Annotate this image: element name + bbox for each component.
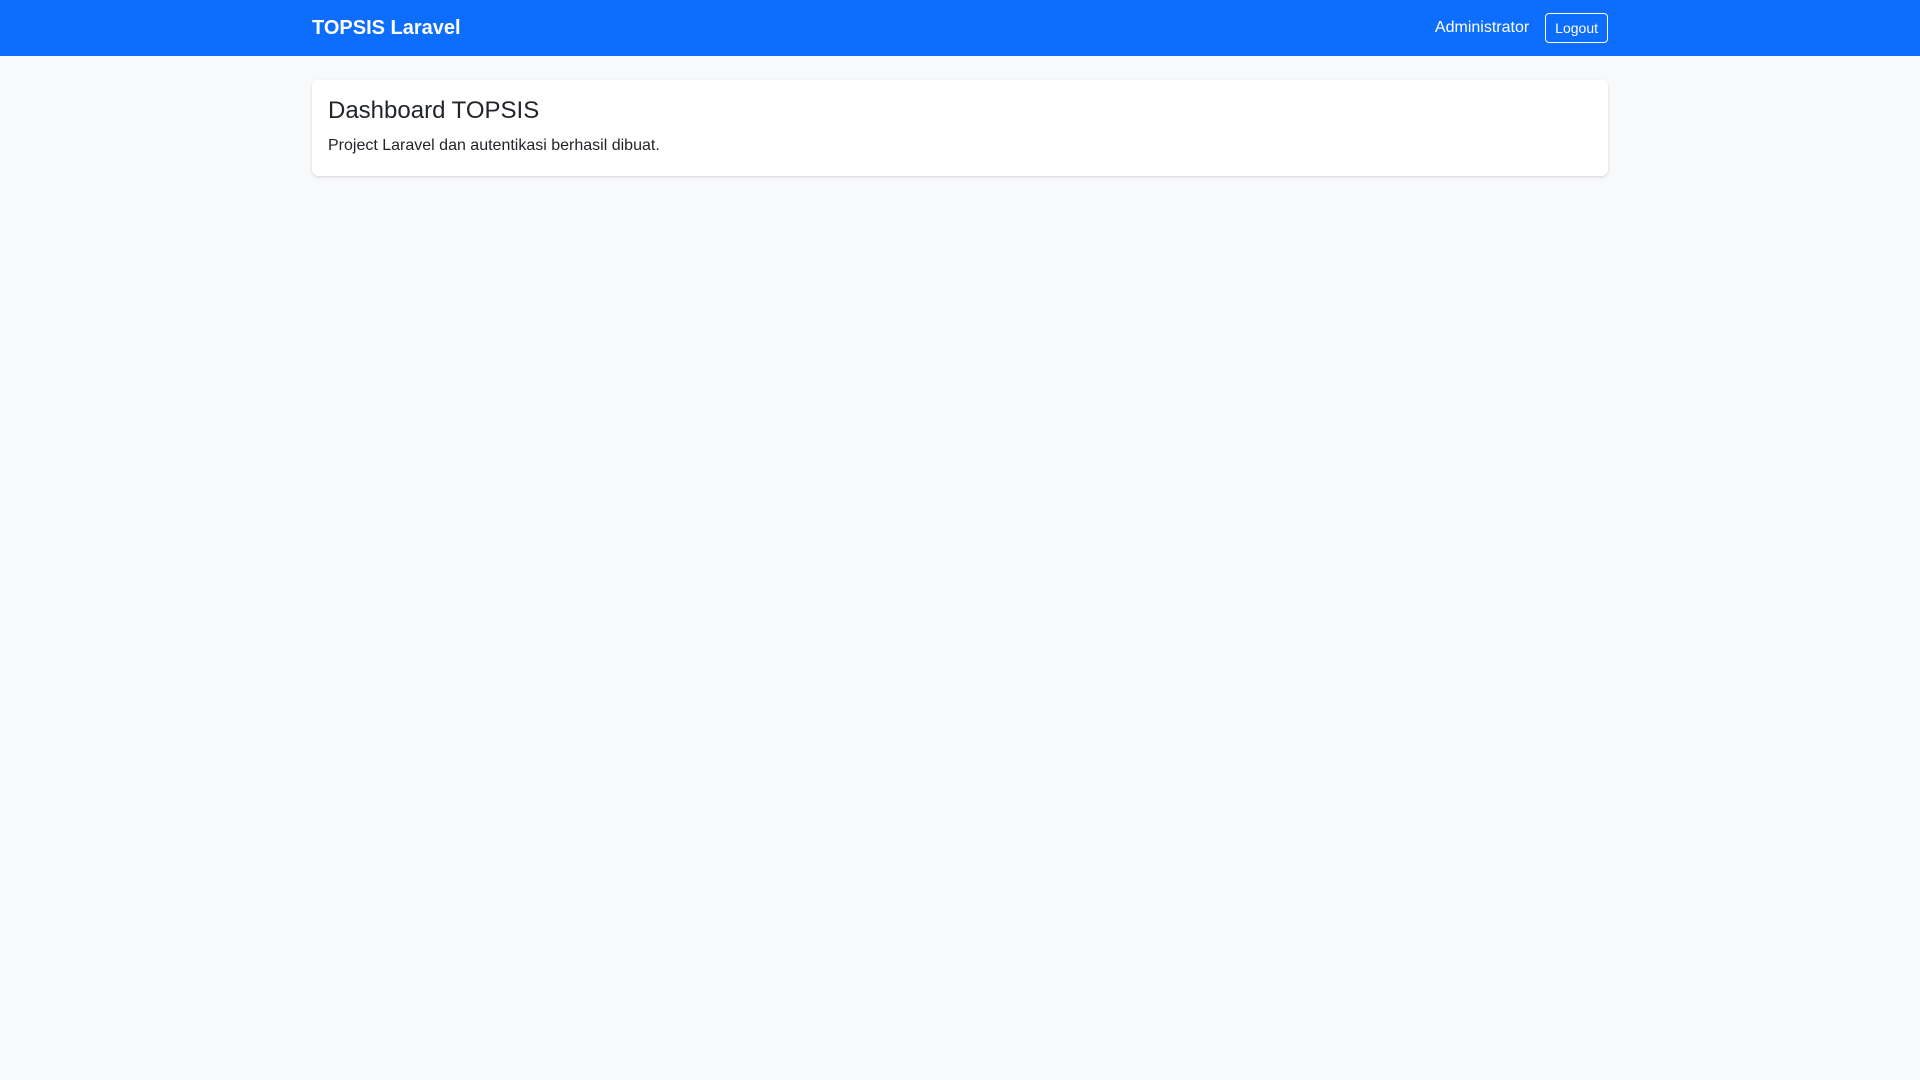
main-content: Dashboard TOPSIS Project Laravel dan aut… [312, 80, 1608, 176]
dashboard-card: Dashboard TOPSIS Project Laravel dan aut… [312, 80, 1608, 176]
logout-button[interactable]: Logout [1545, 13, 1608, 43]
page-title: Dashboard TOPSIS [328, 97, 540, 124]
user-name-label: Administrator [1434, 19, 1530, 36]
brand-link[interactable]: TOPSIS Laravel [312, 0, 461, 56]
navbar-user-area: Administrator Logout [1435, 0, 1608, 56]
top-navbar: TOPSIS Laravel Administrator Logout [0, 0, 1920, 56]
navbar-container: TOPSIS Laravel Administrator Logout [312, 0, 1608, 56]
dashboard-message: Project Laravel dan autentikasi berhasil… [328, 137, 660, 154]
